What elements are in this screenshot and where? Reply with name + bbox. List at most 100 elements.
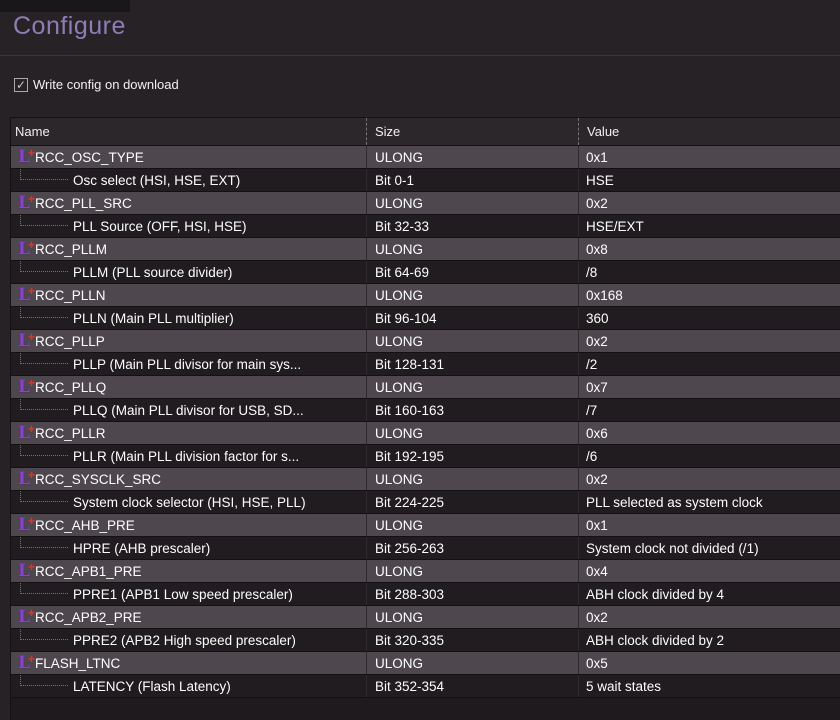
title-divider	[0, 55, 840, 56]
title-backdrop	[0, 0, 130, 12]
value-cell: /7	[578, 399, 840, 421]
name-cell: L+ RCC_AHB_PRE	[11, 514, 366, 536]
table-row[interactable]: PLLN (Main PLL multiplier) Bit 96-104 36…	[11, 307, 840, 330]
tree-elbow-icon	[20, 445, 68, 456]
value-cell: HSE	[578, 169, 840, 191]
ulong-type-icon: L+	[14, 193, 34, 213]
table-row[interactable]: HPRE (AHB prescaler) Bit 256-263 System …	[11, 537, 840, 560]
ulong-type-icon: L+	[14, 239, 34, 259]
plus-badge-icon: +	[28, 376, 35, 393]
size-cell: Bit 192-195	[366, 445, 578, 467]
row-name: RCC_APB1_PRE	[35, 564, 142, 579]
name-cell: PLLP (Main PLL divisor for main sys...	[11, 353, 366, 375]
value-cell: 5 wait states	[578, 675, 840, 697]
table-row[interactable]: PLL Source (OFF, HSI, HSE) Bit 32-33 HSE…	[11, 215, 840, 238]
column-header-name[interactable]: Name	[11, 118, 366, 145]
name-cell: PLLN (Main PLL multiplier)	[11, 307, 366, 329]
column-header-size[interactable]: Size	[366, 118, 578, 145]
size-cell: ULONG	[366, 468, 578, 490]
tree-elbow-icon	[20, 675, 68, 686]
size-cell: ULONG	[366, 376, 578, 398]
plus-badge-icon: +	[28, 468, 35, 485]
table-row[interactable]: L+ RCC_SYSCLK_SRC ULONG 0x2	[11, 468, 840, 491]
value-cell: HSE/EXT	[578, 215, 840, 237]
table-row[interactable]: L+ RCC_AHB_PRE ULONG 0x1	[11, 514, 840, 537]
size-cell: ULONG	[366, 422, 578, 444]
row-name: RCC_APB2_PRE	[35, 610, 142, 625]
row-name: LATENCY (Flash Latency)	[73, 679, 231, 694]
plus-badge-icon: +	[28, 422, 35, 439]
row-name: RCC_PLLN	[35, 288, 106, 303]
config-table: Name Size Value L+ RCC_OSC_TYPE ULONG 0x…	[10, 117, 840, 720]
table-row[interactable]: L+ RCC_APB1_PRE ULONG 0x4	[11, 560, 840, 583]
ulong-type-icon: L+	[14, 331, 34, 351]
name-cell: Osc select (HSI, HSE, EXT)	[11, 169, 366, 191]
name-cell: PLLR (Main PLL division factor for s...	[11, 445, 366, 467]
size-cell: ULONG	[366, 284, 578, 306]
row-name: RCC_AHB_PRE	[35, 518, 135, 533]
table-row[interactable]: Osc select (HSI, HSE, EXT) Bit 0-1 HSE	[11, 169, 840, 192]
plus-badge-icon: +	[28, 652, 35, 669]
checkbox-checked-icon[interactable]: ✓	[14, 78, 28, 92]
table-row[interactable]: L+ RCC_PLLM ULONG 0x8	[11, 238, 840, 261]
tree-elbow-icon	[20, 629, 68, 640]
ulong-type-icon: L+	[14, 607, 34, 627]
ulong-type-icon: L+	[14, 285, 34, 305]
value-cell: /6	[578, 445, 840, 467]
table-row[interactable]: L+ FLASH_LTNC ULONG 0x5	[11, 652, 840, 675]
name-cell: L+ RCC_APB1_PRE	[11, 560, 366, 582]
value-cell: 0x1	[578, 146, 840, 168]
table-row[interactable]: PLLP (Main PLL divisor for main sys... B…	[11, 353, 840, 376]
plus-badge-icon: +	[28, 146, 35, 163]
size-cell: Bit 256-263	[366, 537, 578, 559]
size-cell: ULONG	[366, 606, 578, 628]
value-cell: 0x6	[578, 422, 840, 444]
tree-elbow-icon	[20, 261, 68, 272]
value-cell: ABH clock divided by 2	[578, 629, 840, 651]
value-cell: 0x2	[578, 192, 840, 214]
value-cell: 360	[578, 307, 840, 329]
row-name: PLLP (Main PLL divisor for main sys...	[73, 357, 301, 372]
name-cell: L+ RCC_APB2_PRE	[11, 606, 366, 628]
row-name: System clock selector (HSI, HSE, PLL)	[73, 495, 306, 510]
value-cell: ABH clock divided by 4	[578, 583, 840, 605]
tree-elbow-icon	[20, 583, 68, 594]
row-name: PPRE2 (APB2 High speed prescaler)	[73, 633, 296, 648]
checkbox-label: Write config on download	[33, 77, 179, 92]
tree-elbow-icon	[20, 537, 68, 548]
table-row[interactable]: L+ RCC_PLLN ULONG 0x168	[11, 284, 840, 307]
tree-elbow-icon	[20, 307, 68, 318]
column-header-value[interactable]: Value	[578, 118, 840, 145]
ulong-type-icon: L+	[14, 653, 34, 673]
row-name: RCC_PLL_SRC	[35, 196, 132, 211]
ulong-type-icon: L+	[14, 469, 34, 489]
row-name: PLL Source (OFF, HSI, HSE)	[73, 219, 247, 234]
tree-elbow-icon	[20, 169, 68, 180]
value-cell: 0x168	[578, 284, 840, 306]
value-cell: PLL selected as system clock	[578, 491, 840, 513]
name-cell: LATENCY (Flash Latency)	[11, 675, 366, 697]
name-cell: HPRE (AHB prescaler)	[11, 537, 366, 559]
value-cell: /2	[578, 353, 840, 375]
table-row[interactable]: PPRE2 (APB2 High speed prescaler) Bit 32…	[11, 629, 840, 652]
table-row[interactable]: System clock selector (HSI, HSE, PLL) Bi…	[11, 491, 840, 514]
table-row[interactable]: L+ RCC_OSC_TYPE ULONG 0x1	[11, 146, 840, 169]
write-config-checkbox-row[interactable]: ✓ Write config on download	[14, 77, 179, 92]
size-cell: Bit 32-33	[366, 215, 578, 237]
ulong-type-icon: L+	[14, 423, 34, 443]
value-cell: 0x4	[578, 560, 840, 582]
table-row[interactable]: PPRE1 (APB1 Low speed prescaler) Bit 288…	[11, 583, 840, 606]
row-name: RCC_SYSCLK_SRC	[35, 472, 161, 487]
value-cell: 0x1	[578, 514, 840, 536]
table-row[interactable]: LATENCY (Flash Latency) Bit 352-354 5 wa…	[11, 675, 840, 698]
table-row[interactable]: PLLR (Main PLL division factor for s... …	[11, 445, 840, 468]
table-row[interactable]: L+ RCC_PLLP ULONG 0x2	[11, 330, 840, 353]
table-row[interactable]: L+ RCC_PLLR ULONG 0x6	[11, 422, 840, 445]
table-row[interactable]: L+ RCC_PLLQ ULONG 0x7	[11, 376, 840, 399]
table-row[interactable]: L+ RCC_PLL_SRC ULONG 0x2	[11, 192, 840, 215]
table-row[interactable]: PLLQ (Main PLL divisor for USB, SD... Bi…	[11, 399, 840, 422]
name-cell: L+ RCC_PLL_SRC	[11, 192, 366, 214]
table-row[interactable]: L+ RCC_APB2_PRE ULONG 0x2	[11, 606, 840, 629]
table-row[interactable]: PLLM (PLL source divider) Bit 64-69 /8	[11, 261, 840, 284]
name-cell: PPRE2 (APB2 High speed prescaler)	[11, 629, 366, 651]
